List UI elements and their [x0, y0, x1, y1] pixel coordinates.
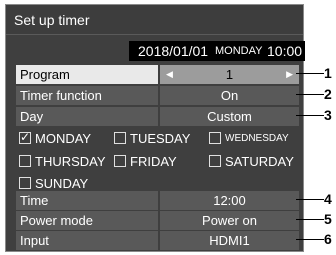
day-selection: ✓ MONDAY TUESDAY WEDNESDAY THURSDAY FRID…	[16, 128, 299, 193]
current-date: 2018/01/01	[138, 43, 209, 59]
tuesday-label: TUESDAY	[130, 131, 191, 146]
current-time: 10:00	[267, 43, 303, 59]
program-value[interactable]: ◀ 1 ▶	[160, 65, 299, 84]
day-value[interactable]: Custom	[160, 107, 299, 126]
set-up-timer-panel: Set up timer 2018/01/01 MONDAY 10:00 Pro…	[5, 4, 305, 252]
monday-label: MONDAY	[35, 131, 92, 146]
program-row[interactable]: Program ◀ 1 ▶	[16, 65, 299, 84]
callout-3: 3	[324, 107, 332, 123]
input-row[interactable]: Input HDMI1	[16, 231, 299, 250]
current-datetime-bar: 2018/01/01 MONDAY 10:00	[129, 41, 305, 61]
timer-function-label: Timer function	[16, 86, 158, 105]
power-mode-row[interactable]: Power mode Power on	[16, 211, 299, 230]
callout-line-1	[296, 73, 324, 74]
saturday-label: SATURDAY	[225, 154, 294, 169]
callout-4: 4	[324, 191, 332, 207]
tuesday-checkbox[interactable]	[114, 132, 126, 144]
input-value[interactable]: HDMI1	[160, 231, 299, 250]
callout-1: 1	[324, 65, 332, 81]
saturday-checkbox[interactable]	[209, 155, 221, 167]
current-weekday: MONDAY	[215, 45, 263, 57]
callout-5: 5	[324, 211, 332, 227]
friday-checkbox[interactable]	[114, 155, 126, 167]
checkmark-icon: ✓	[20, 130, 31, 144]
left-arrow-icon[interactable]: ◀	[166, 65, 173, 84]
sunday-label: SUNDAY	[35, 176, 89, 191]
callout-line-6	[296, 239, 324, 240]
right-arrow-icon[interactable]: ▶	[286, 65, 293, 84]
timer-function-row[interactable]: Timer function On	[16, 86, 299, 105]
time-value[interactable]: 12:00	[160, 191, 299, 210]
time-label: Time	[16, 191, 158, 210]
time-row[interactable]: Time 12:00	[16, 191, 299, 210]
callout-2: 2	[324, 86, 332, 102]
callout-line-4	[296, 199, 324, 200]
input-label: Input	[16, 231, 158, 250]
power-mode-label: Power mode	[16, 211, 158, 230]
day-row[interactable]: Day Custom	[16, 107, 299, 126]
timer-function-value[interactable]: On	[160, 86, 299, 105]
power-mode-value[interactable]: Power on	[160, 211, 299, 230]
callout-line-2	[296, 94, 324, 95]
program-label: Program	[16, 65, 158, 84]
day-label: Day	[16, 107, 158, 126]
wednesday-checkbox[interactable]	[209, 132, 221, 144]
thursday-checkbox[interactable]	[19, 155, 31, 167]
program-number: 1	[225, 67, 234, 82]
panel-title: Set up timer	[14, 12, 90, 28]
monday-checkbox[interactable]: ✓	[19, 130, 31, 144]
callout-line-3	[296, 115, 324, 116]
callout-line-5	[296, 219, 324, 220]
thursday-label: THURSDAY	[35, 154, 106, 169]
friday-label: FRIDAY	[130, 154, 177, 169]
callout-6: 6	[324, 231, 332, 247]
wednesday-label: WEDNESDAY	[225, 133, 289, 144]
sunday-checkbox[interactable]	[19, 177, 31, 189]
title-bar: Set up timer	[6, 5, 303, 35]
